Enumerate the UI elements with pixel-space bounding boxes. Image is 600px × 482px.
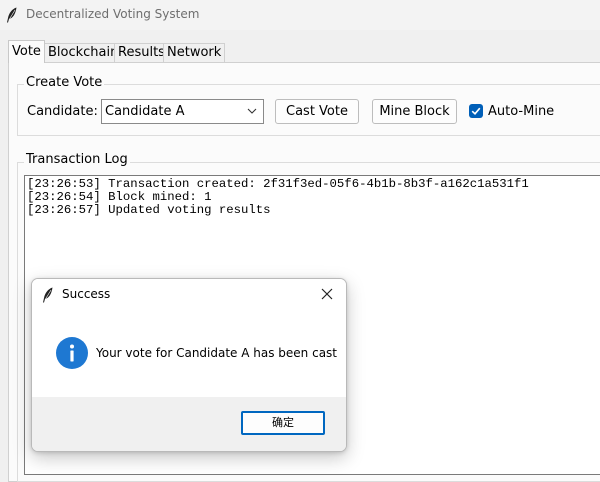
feather-icon bbox=[43, 287, 53, 303]
info-icon bbox=[56, 337, 88, 369]
tab-results[interactable]: Results bbox=[114, 43, 169, 62]
create-vote-group-label: Create Vote bbox=[24, 75, 105, 90]
log-line: [23:26:57] Updated voting results bbox=[27, 203, 271, 217]
title-bar: Decentralized Voting System bbox=[0, 0, 600, 30]
close-icon[interactable] bbox=[321, 288, 333, 300]
dialog-title: Success bbox=[62, 287, 111, 301]
transaction-log-group-label: Transaction Log bbox=[24, 152, 130, 167]
auto-mine-label: Auto-Mine bbox=[488, 104, 555, 119]
cast-vote-button[interactable]: Cast Vote bbox=[275, 99, 359, 124]
candidate-label: Candidate: bbox=[27, 104, 98, 119]
window-title: Decentralized Voting System bbox=[26, 7, 200, 21]
tab-blockchain[interactable]: Blockchain bbox=[44, 43, 123, 62]
tab-vote[interactable]: Vote bbox=[8, 40, 45, 63]
chevron-down-icon bbox=[247, 108, 257, 114]
mine-block-button[interactable]: Mine Block bbox=[372, 99, 457, 124]
auto-mine-checkbox[interactable] bbox=[469, 104, 483, 118]
dialog-message: Your vote for Candidate A has been cast bbox=[96, 346, 338, 360]
feather-icon bbox=[7, 7, 17, 23]
ok-button[interactable]: 确定 bbox=[241, 411, 325, 435]
checkmark-icon bbox=[471, 107, 481, 115]
candidate-combobox[interactable]: Candidate A bbox=[101, 99, 264, 124]
tab-network[interactable]: Network bbox=[163, 43, 226, 62]
candidate-combobox-value: Candidate A bbox=[105, 104, 185, 119]
success-dialog: Success Your vote for Candidate A has be… bbox=[31, 278, 347, 452]
